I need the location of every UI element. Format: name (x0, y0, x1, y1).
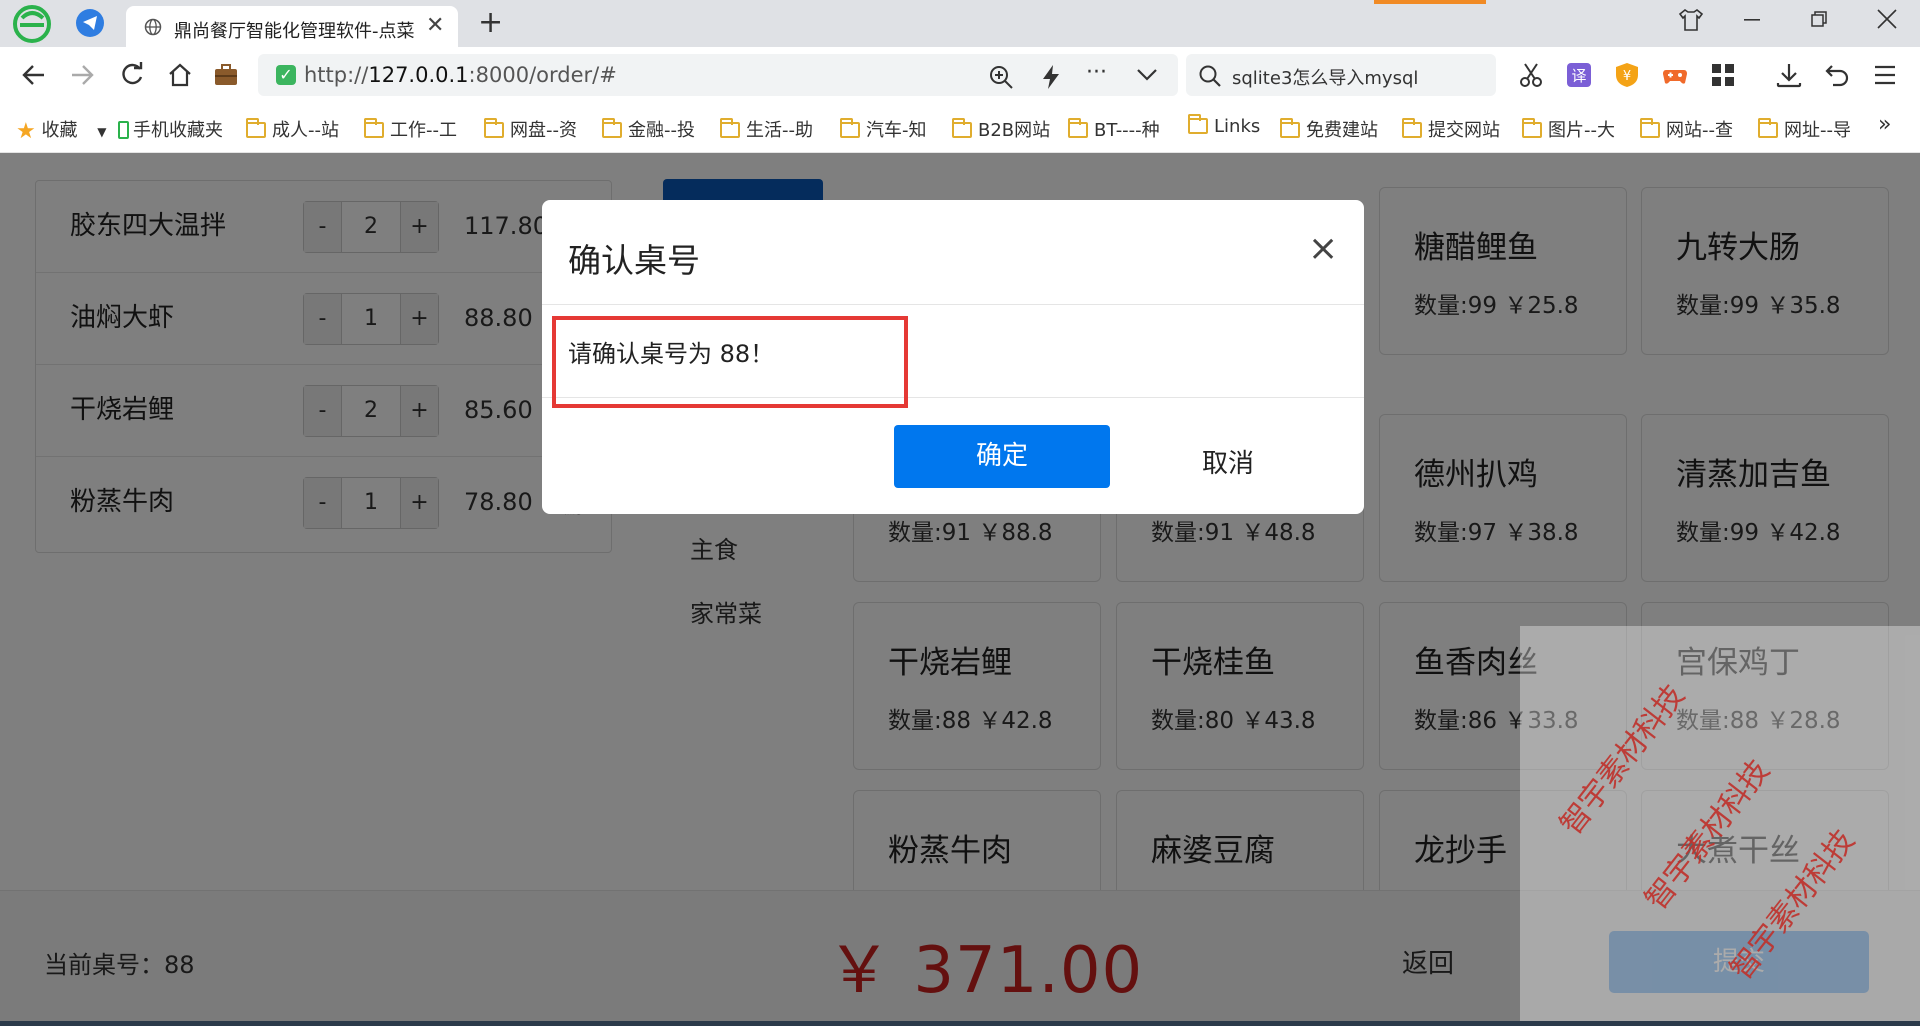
bookmark-item[interactable]: 成人--站 (246, 116, 339, 142)
bookmark-item[interactable]: 金融--投 (602, 116, 695, 142)
telegram-icon[interactable] (76, 9, 104, 37)
skin-icon[interactable] (1678, 8, 1704, 32)
bookmark-item[interactable]: BT----种 (1068, 116, 1160, 142)
window-close-icon[interactable] (1876, 8, 1898, 30)
folder-icon (364, 118, 384, 138)
lightning-icon[interactable] (1040, 64, 1062, 90)
bookmark-item[interactable]: 工作--工 (364, 116, 457, 142)
address-bar[interactable]: ✓ http://127.0.0.1:8000/order/# ··· (258, 54, 1178, 96)
dialog-close-icon[interactable]: × (1308, 228, 1338, 269)
menu-icon[interactable] (1872, 62, 1898, 88)
home-icon[interactable] (166, 61, 194, 89)
folder-icon (1068, 118, 1088, 138)
dialog-title: 确认桌号 (568, 241, 700, 280)
undo-icon[interactable] (1824, 62, 1850, 88)
folder-icon (1758, 118, 1778, 138)
more-icon[interactable]: ··· (1086, 60, 1107, 85)
star-icon: ★ (16, 119, 36, 144)
watermark-text: 智宇素材科技 (1723, 823, 1862, 987)
search-icon (1199, 65, 1221, 87)
folder-icon (1188, 114, 1208, 134)
caret-down-icon: ▼ (97, 125, 107, 139)
notification-strip (1374, 0, 1486, 4)
cancel-button[interactable]: 取消 (1202, 443, 1254, 480)
briefcase-icon[interactable] (212, 61, 240, 89)
folder-icon (602, 118, 622, 138)
bookmark-item[interactable]: 提交网站 (1402, 116, 1500, 142)
confirm-button[interactable]: 确定 (894, 425, 1110, 488)
browser-tab-active[interactable]: 鼎尚餐厅智能化管理软件-点菜 ✕ (126, 6, 458, 47)
bookmarks-bar: ★ 收藏 ▼ 手机收藏夹 成人--站 工作--工 网盘--资 金融--投 生活-… (0, 103, 1920, 153)
bookmark-item[interactable]: 网盘--资 (484, 116, 577, 142)
game-controller-icon[interactable] (1662, 62, 1688, 88)
browser-logo-icon[interactable] (12, 4, 52, 44)
bookmark-item[interactable]: 网站--查 (1640, 116, 1733, 142)
bookmark-favorites[interactable]: ★ 收藏 ▼ (16, 116, 106, 144)
folder-icon (1280, 118, 1300, 138)
download-icon[interactable] (1776, 62, 1802, 88)
bookmark-item[interactable]: Links (1188, 114, 1260, 137)
svg-text:¥: ¥ (1623, 69, 1631, 84)
annotation-highlight-box (552, 316, 908, 408)
folder-icon (1402, 118, 1422, 138)
phone-icon (118, 121, 129, 139)
tab-close-icon[interactable]: ✕ (426, 13, 444, 38)
browser-tab-bar: 鼎尚餐厅智能化管理软件-点菜 ✕ + (0, 0, 1920, 47)
divider (542, 304, 1364, 305)
folder-icon (1640, 118, 1660, 138)
watermark-text: 智宇素材科技 (1553, 678, 1692, 842)
bookmark-item[interactable]: 免费建站 (1280, 116, 1378, 142)
back-arrow-icon[interactable] (20, 61, 48, 89)
folder-icon (1522, 118, 1542, 138)
folder-icon (484, 118, 504, 138)
watermark-text: 智宇素材科技 (1638, 753, 1777, 917)
restore-icon[interactable] (1810, 10, 1830, 30)
scissors-icon[interactable] (1518, 62, 1544, 88)
folder-icon (720, 118, 740, 138)
forward-arrow-icon[interactable] (68, 61, 96, 89)
globe-icon (144, 18, 162, 36)
search-box[interactable]: sqlite3怎么导入mysql (1186, 54, 1496, 96)
reload-icon[interactable] (118, 61, 146, 89)
secure-shield-icon[interactable]: ✓ (276, 65, 296, 85)
taskbar-edge (0, 1021, 1920, 1026)
bookmarks-overflow-icon[interactable]: » (1878, 112, 1891, 137)
bookmark-item[interactable]: 生活--助 (720, 116, 813, 142)
folder-icon (952, 118, 972, 138)
folder-icon (246, 118, 266, 138)
watermark-panel: 智宇素材科技 智宇素材科技 智宇素材科技 (1520, 626, 1920, 1026)
bookmark-item[interactable]: 手机收藏夹 (118, 116, 223, 142)
search-query[interactable]: sqlite3怎么导入mysql (1232, 64, 1418, 90)
minimize-icon[interactable] (1744, 18, 1764, 22)
bookmark-item[interactable]: 图片--大 (1522, 116, 1615, 142)
chevron-down-icon[interactable] (1136, 68, 1158, 82)
new-tab-button[interactable]: + (478, 5, 503, 40)
bookmark-item[interactable]: 汽车-知 (840, 116, 927, 142)
bookmark-item[interactable]: B2B网站 (952, 116, 1050, 142)
browser-nav-bar: ✓ http://127.0.0.1:8000/order/# ··· sqli… (0, 47, 1920, 103)
folder-icon (840, 118, 860, 138)
svg-text:译: 译 (1571, 67, 1586, 85)
apps-grid-icon[interactable] (1710, 62, 1736, 88)
url-text[interactable]: http://127.0.0.1:8000/order/# (304, 63, 617, 87)
bookmark-item[interactable]: 网址--导 (1758, 116, 1851, 142)
tab-title: 鼎尚餐厅智能化管理软件-点菜 (174, 21, 415, 42)
zoom-icon[interactable] (988, 64, 1014, 90)
security-shield-icon[interactable]: ¥ (1614, 62, 1640, 88)
translate-icon[interactable]: 译 (1566, 62, 1592, 88)
